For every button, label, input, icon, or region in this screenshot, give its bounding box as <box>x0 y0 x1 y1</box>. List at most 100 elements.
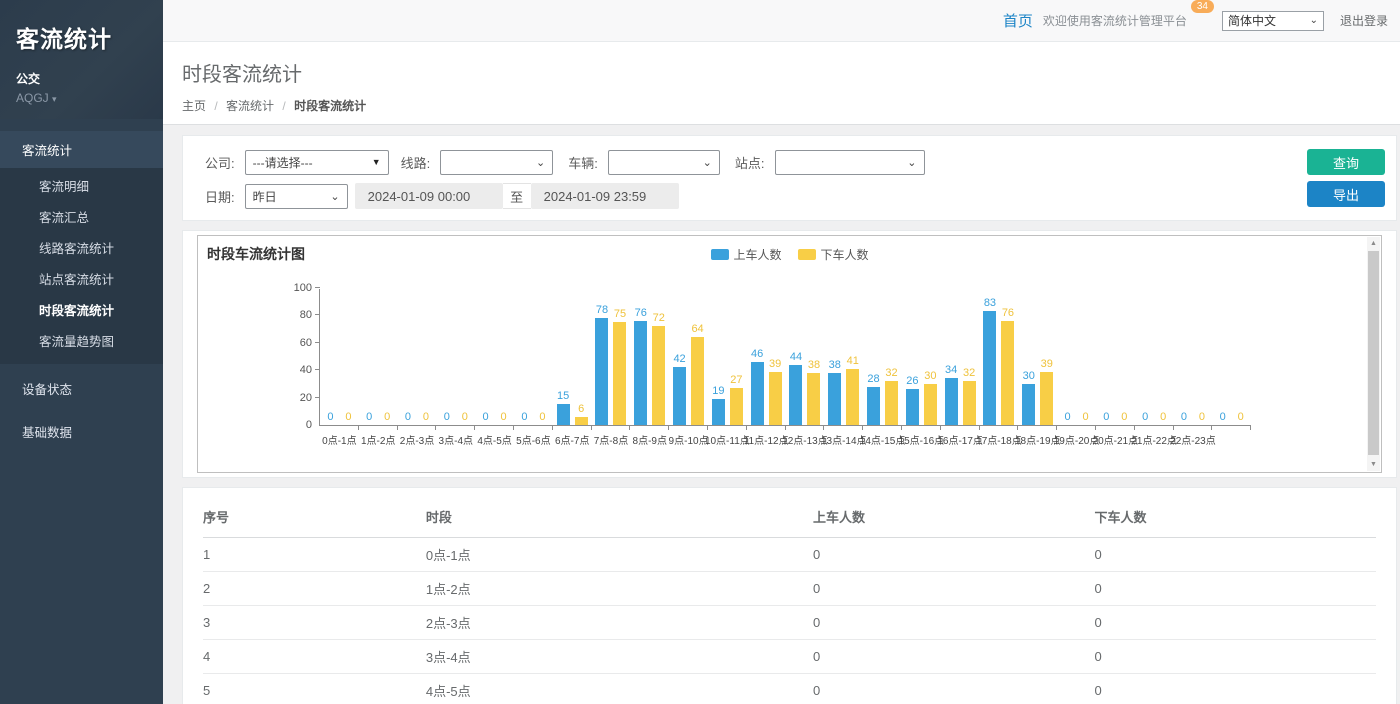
bar-column: 0 <box>1099 412 1113 425</box>
bar-column: 0 <box>401 412 415 425</box>
bar-column: 75 <box>613 309 627 425</box>
query-button[interactable]: 查询 <box>1307 149 1385 175</box>
date-from-input[interactable]: 2024-01-09 00:00 <box>355 183 503 209</box>
bar-column: 0 <box>1177 412 1191 425</box>
x-axis-label: 6点-7点 <box>555 432 589 447</box>
vehicle-select[interactable]: ⌄ <box>608 150 720 175</box>
bar-value-label: 0 <box>1142 412 1148 423</box>
x-axis-label: 4点-5点 <box>477 432 511 447</box>
bar-column: 76 <box>634 308 648 425</box>
scroll-up-icon[interactable]: ▲ <box>1367 237 1380 250</box>
x-axis-label: 9点-10点 <box>669 432 709 447</box>
bar-value-label: 32 <box>963 368 975 379</box>
bar-value-label: 0 <box>521 412 527 423</box>
sidebar-item-line-stats[interactable]: 线路客流统计 <box>0 232 163 263</box>
legend-item-boarding[interactable]: 上车人数 <box>710 246 781 263</box>
bar-column: 30 <box>1022 371 1036 425</box>
bar <box>751 362 764 425</box>
bar-column: 42 <box>673 354 687 425</box>
y-axis-tick-mark <box>315 369 320 370</box>
sidebar-section-passenger-stats[interactable]: 客流统计 <box>0 131 163 168</box>
company-select[interactable]: ---请选择--- ▼ <box>245 150 389 175</box>
bar-group: 0022点-23点 <box>1174 289 1213 425</box>
bar-group: 002点-3点 <box>398 289 437 425</box>
table-cell: 1点-2点 <box>426 572 813 606</box>
bar-value-label: 0 <box>462 412 468 423</box>
bar-group: 343216点-17点 <box>941 289 980 425</box>
caret-down-icon: ▼ <box>372 157 381 167</box>
sidebar-section-base-data[interactable]: 基础数据 <box>0 413 163 450</box>
caret-down-icon: ▾ <box>52 94 57 104</box>
table-header-row: 序号 时段 上车人数 下车人数 <box>203 498 1376 538</box>
bar-value-label: 46 <box>751 349 763 360</box>
bar <box>673 367 686 425</box>
filter-row-1: 公司: ---请选择--- ▼ 线路: ⌄ 车辆: ⌄ 站点 <box>205 149 1396 175</box>
sidebar-item-trend-chart[interactable]: 客流量趋势图 <box>0 325 163 356</box>
table-cell: 1 <box>203 538 426 572</box>
table-row: 54点-5点00 <box>203 674 1376 704</box>
bar-value-label: 0 <box>1220 412 1226 423</box>
export-button[interactable]: 导出 <box>1307 181 1385 207</box>
bar-value-label: 34 <box>945 365 957 376</box>
plot-area: 000点-1点001点-2点002点-3点003点-4点004点-5点005点-… <box>319 289 1251 426</box>
x-axis-label: 2点-3点 <box>400 432 434 447</box>
bar <box>846 369 859 425</box>
bar-column: 0 <box>1117 412 1131 425</box>
sidebar-item-period-stats[interactable]: 时段客流统计 <box>0 294 163 325</box>
bar-value-label: 0 <box>1064 412 1070 423</box>
legend-item-alighting[interactable]: 下车人数 <box>798 246 869 263</box>
home-link[interactable]: 首页 <box>1003 10 1033 31</box>
scroll-down-icon[interactable]: ▼ <box>1367 458 1380 471</box>
bar-value-label: 26 <box>906 376 918 387</box>
bar-group: 76728点-9点 <box>630 289 669 425</box>
date-preset-select[interactable]: 昨日 ⌄ <box>245 184 348 209</box>
sidebar-item-station-stats[interactable]: 站点客流统计 <box>0 263 163 294</box>
sidebar-item-passenger-summary[interactable]: 客流汇总 <box>0 201 163 232</box>
breadcrumb: 主页 / 客流统计 / 时段客流统计 <box>182 97 1400 114</box>
bar-column: 64 <box>691 324 705 425</box>
logout-link[interactable]: 退出登录 <box>1340 12 1388 29</box>
bar-group: 384113点-14点 <box>824 289 863 425</box>
station-select[interactable]: ⌄ <box>775 150 925 175</box>
breadcrumb-item-home[interactable]: 主页 <box>182 99 206 113</box>
bar-group: 001点-2点 <box>359 289 398 425</box>
bar-group: 004点-5点 <box>475 289 514 425</box>
notification-badge[interactable]: 34 <box>1191 0 1214 13</box>
table-cell: 0 <box>813 538 1095 572</box>
language-select-value: 简体中文 <box>1228 12 1276 29</box>
breadcrumb-item-passenger-stats[interactable]: 客流统计 <box>226 99 274 113</box>
sidebar-item-passenger-detail[interactable]: 客流明细 <box>0 170 163 201</box>
bar-column: 38 <box>807 360 821 425</box>
bar <box>963 381 976 425</box>
bar <box>557 404 570 425</box>
bar <box>807 373 820 425</box>
bar-value-label: 0 <box>1181 412 1187 423</box>
sidebar-section-device-status[interactable]: 设备状态 <box>0 370 163 407</box>
bar-value-label: 39 <box>1041 359 1053 370</box>
table-cell: 0 <box>1094 538 1376 572</box>
bar-value-label: 0 <box>539 412 545 423</box>
bar <box>828 373 841 425</box>
chart-scrollbar[interactable]: ▲ ▼ <box>1367 237 1380 471</box>
y-axis-tick-label: 80 <box>278 309 312 321</box>
line-select[interactable]: ⌄ <box>440 150 553 175</box>
bar-value-label: 0 <box>501 412 507 423</box>
legend-label-alighting: 下车人数 <box>821 246 869 263</box>
bar-group: 42649点-10点 <box>669 289 708 425</box>
bar <box>789 365 802 425</box>
x-axis-label: 8点-9点 <box>633 432 667 447</box>
bar-value-label: 42 <box>673 354 685 365</box>
language-select[interactable]: 简体中文 ⌄ <box>1222 11 1324 31</box>
breadcrumb-separator: / <box>282 99 285 113</box>
org-code-dropdown[interactable]: AQGJ ▾ <box>16 91 147 105</box>
page-heading: 时段客流统计 主页 / 客流统计 / 时段客流统计 <box>163 42 1400 125</box>
bar <box>613 322 626 425</box>
table-cell: 0 <box>813 674 1095 704</box>
bar-group: 0020点-21点 <box>1096 289 1135 425</box>
scrollbar-thumb[interactable] <box>1368 251 1379 455</box>
bar-column: 0 <box>380 412 394 425</box>
date-to-input[interactable]: 2024-01-09 23:59 <box>531 183 679 209</box>
line-label: 线路: <box>401 153 431 172</box>
table-cell: 0 <box>813 640 1095 674</box>
table-cell: 0 <box>1094 606 1376 640</box>
